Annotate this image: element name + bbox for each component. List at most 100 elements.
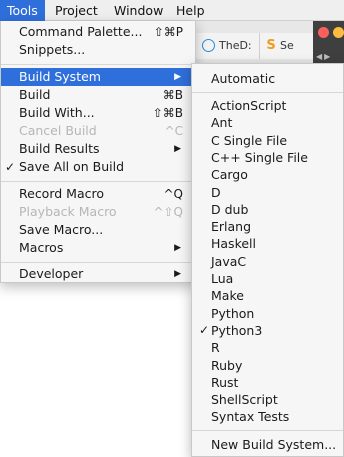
- checkmark-icon: ✓: [199, 322, 210, 337]
- submenu-arrow-icon: ▶: [174, 144, 181, 154]
- minimize-window-icon[interactable]: [333, 27, 344, 38]
- tab-scroll-arrows-icon[interactable]: ◀▶: [316, 52, 332, 61]
- build-system-item[interactable]: Build System ▶: [1, 68, 195, 86]
- build-system-item[interactable]: C++ Single File: [192, 149, 343, 166]
- build-system-item-label: C++ Single File: [211, 149, 308, 165]
- build-system-item[interactable]: Syntax Tests: [192, 408, 343, 425]
- build-system-item[interactable]: Lua: [192, 270, 343, 287]
- build-system-item[interactable]: JavaC: [192, 253, 343, 270]
- globe-icon: [202, 38, 215, 52]
- build-system-item-label: D dub: [211, 201, 249, 217]
- save-macro-item[interactable]: Save Macro...: [1, 221, 195, 239]
- build-system-item[interactable]: Cargo: [192, 166, 343, 183]
- build-system-item[interactable]: Haskell: [192, 235, 343, 252]
- build-system-item-label: ActionScript: [211, 98, 287, 113]
- snippets-label: Snippets...: [19, 42, 86, 57]
- command-palette-item[interactable]: Command Palette... ⇧⌘P: [1, 23, 195, 41]
- record-macro-item[interactable]: Record Macro ^Q: [1, 185, 195, 203]
- build-system-item-label: Python3: [211, 322, 263, 338]
- build-system-item-label: ShellScript: [211, 392, 278, 408]
- developer-item[interactable]: Developer ▶: [1, 265, 195, 283]
- playback-macro-item: Playback Macro ^⇧Q: [1, 203, 195, 221]
- save-all-on-build-item[interactable]: ✓ Save All on Build: [1, 158, 195, 176]
- build-with-label: Build With...: [19, 105, 95, 120]
- build-system-item[interactable]: Make: [192, 287, 343, 304]
- build-system-item[interactable]: Erlang: [192, 218, 343, 235]
- cancel-build-item: Cancel Build ^C: [1, 122, 195, 140]
- playback-macro-shortcut: ^⇧Q: [153, 205, 183, 219]
- submenu-arrow-icon: ▶: [174, 72, 181, 82]
- build-system-item[interactable]: D: [192, 184, 343, 201]
- automatic-label: Automatic: [211, 71, 276, 86]
- build-system-item-label: D: [211, 184, 221, 200]
- build-label: Build: [19, 87, 51, 102]
- command-palette-label: Command Palette...: [19, 24, 143, 39]
- menu-separator: [192, 430, 343, 431]
- menubar-project[interactable]: Project: [48, 0, 105, 21]
- menu-separator: [1, 262, 195, 263]
- submenu-arrow-icon: ▶: [174, 269, 181, 279]
- build-system-item-label: Erlang: [211, 219, 252, 235]
- build-system-item-label: Ruby: [211, 357, 243, 373]
- close-window-icon[interactable]: [318, 27, 329, 38]
- background-tab-2[interactable]: S Se: [259, 33, 313, 59]
- build-results-item[interactable]: Build Results ▶: [1, 140, 195, 158]
- cancel-build-label: Cancel Build: [19, 123, 97, 138]
- background-tab-1[interactable]: TheD:: [195, 33, 259, 59]
- build-system-item-label: Rust: [211, 374, 239, 390]
- build-system-item-label: Ant: [211, 115, 233, 131]
- build-with-shortcut: ⇧⌘B: [152, 106, 183, 120]
- build-system-item-label: Haskell: [211, 236, 257, 252]
- menubar-window[interactable]: Window: [107, 0, 170, 21]
- save-macro-label: Save Macro...: [19, 222, 104, 237]
- new-build-system-label: New Build System...: [211, 437, 337, 452]
- macros-label: Macros: [19, 240, 64, 255]
- cancel-build-shortcut: ^C: [164, 124, 183, 138]
- build-system-label: Build System: [19, 69, 101, 84]
- build-system-item-label: R: [211, 340, 220, 356]
- checkmark-icon: ✓: [5, 160, 16, 174]
- build-system-item[interactable]: Ant: [192, 114, 343, 131]
- build-system-submenu: Automatic ActionScript Ant C Single File C+…: [191, 63, 344, 457]
- menu-separator: [192, 92, 343, 93]
- menu-separator: [1, 181, 195, 182]
- record-macro-shortcut: ^Q: [163, 187, 184, 201]
- snippets-item[interactable]: Snippets...: [1, 41, 195, 59]
- build-system-item-label: Make: [211, 288, 244, 304]
- command-palette-shortcut: ⇧⌘P: [153, 25, 183, 39]
- playback-macro-label: Playback Macro: [19, 204, 117, 219]
- save-all-on-build-label: Save All on Build: [19, 159, 125, 174]
- build-system-item[interactable]: ✓ Python3: [192, 322, 343, 339]
- submenu-arrow-icon: ▶: [174, 243, 181, 253]
- tools-menu: Command Palette... ⇧⌘P Snippets... Build…: [0, 21, 196, 283]
- menubar-help[interactable]: Help: [169, 0, 212, 21]
- build-system-item-label: Syntax Tests: [211, 409, 290, 425]
- build-system-item[interactable]: ActionScript: [192, 97, 343, 114]
- build-system-item-label: C Single File: [211, 132, 288, 148]
- build-system-item[interactable]: ShellScript: [192, 391, 343, 408]
- build-system-item-label: Cargo: [211, 167, 248, 183]
- background-tab-1-label: TheD:: [219, 39, 252, 52]
- build-system-item-label: JavaC: [211, 253, 247, 269]
- build-shortcut: ⌘B: [162, 88, 183, 102]
- background-tab-2-label: Se: [280, 39, 294, 52]
- build-system-item[interactable]: Rust: [192, 374, 343, 391]
- menu-separator: [1, 64, 195, 65]
- build-with-item[interactable]: Build With... ⇧⌘B: [1, 104, 195, 122]
- new-build-system-item[interactable]: New Build System...: [192, 436, 343, 453]
- build-system-item-label: Python: [211, 305, 255, 321]
- build-system-automatic[interactable]: Automatic: [192, 70, 343, 87]
- build-system-item[interactable]: R: [192, 339, 343, 356]
- menu-bar: Tools Project Window Help: [0, 0, 344, 21]
- macros-item[interactable]: Macros ▶: [1, 239, 195, 257]
- developer-label: Developer: [19, 266, 84, 281]
- build-system-item[interactable]: Ruby: [192, 357, 343, 374]
- build-item[interactable]: Build ⌘B: [1, 86, 195, 104]
- build-system-item[interactable]: C Single File: [192, 132, 343, 149]
- build-system-item[interactable]: D dub: [192, 201, 343, 218]
- build-system-item-label: Lua: [211, 271, 234, 286]
- record-macro-label: Record Macro: [19, 186, 104, 201]
- sublime-icon: S: [266, 37, 276, 53]
- build-system-item[interactable]: Python: [192, 305, 343, 322]
- menubar-tools[interactable]: Tools: [0, 0, 45, 21]
